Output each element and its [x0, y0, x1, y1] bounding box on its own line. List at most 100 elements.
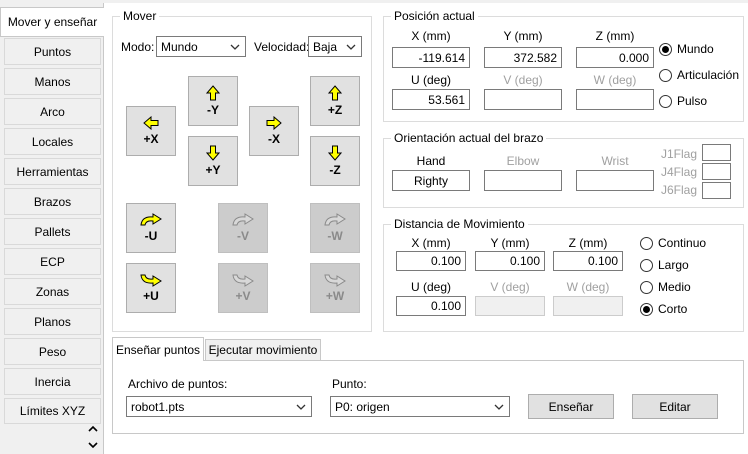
elbow-field: [484, 170, 562, 191]
radio-continuo[interactable]: Continuo: [640, 236, 706, 250]
pos-x-label: X (mm): [411, 29, 451, 43]
jog-minus-v-button[interactable]: -V: [218, 203, 268, 253]
scroll-down-icon[interactable]: [86, 438, 100, 452]
hand-value: Righty: [413, 173, 448, 188]
jog-minus-u-button[interactable]: -U: [126, 203, 176, 253]
jog-label: -Y: [207, 103, 219, 117]
j1flag-label: J1Flag: [661, 147, 698, 161]
speed-label: Velocidad:: [254, 40, 310, 54]
scroll-up-icon[interactable]: [86, 421, 100, 435]
speed-value: Baja: [313, 39, 338, 54]
nav-item-manos[interactable]: Manos: [4, 68, 101, 95]
nav-item-herramientas[interactable]: Herramientas: [4, 158, 101, 185]
dist-z-field[interactable]: 0.100: [553, 251, 623, 271]
nav-item-label: Pallets: [34, 224, 71, 239]
nav-item-label: Planos: [34, 314, 71, 329]
jog-plus-z-button[interactable]: +Z: [310, 76, 360, 126]
dist-w-field: [553, 296, 623, 316]
edit-button-label: Editar: [659, 399, 691, 414]
position-group-title: Posición actual: [391, 9, 478, 23]
pos-v-label: V (deg): [503, 73, 543, 87]
rotate-arrow-icon: [324, 213, 346, 226]
distance-group-title: Distancia de Movimiento: [391, 217, 528, 231]
dist-v-field: [475, 296, 545, 316]
jog-minus-y-button[interactable]: -Y: [188, 76, 238, 126]
nav-item-ecp[interactable]: ECP: [4, 248, 101, 275]
radio-corto[interactable]: Corto: [640, 302, 687, 316]
jog-minus-z-button[interactable]: -Z: [310, 136, 360, 186]
dist-x-field[interactable]: 0.100: [396, 251, 466, 271]
nav-item-locales[interactable]: Locales: [4, 128, 101, 155]
radio-articulacion[interactable]: Articulación: [659, 68, 739, 82]
nav-item-mover-ensenar[interactable]: Mover y enseñar: [0, 7, 104, 37]
radio-dot: [659, 42, 672, 56]
jog-plus-v-button[interactable]: +V: [218, 263, 268, 313]
nav-item-peso[interactable]: Peso: [4, 338, 101, 365]
left-nav: Mover y enseñar Puntos Manos Arco Locale…: [0, 0, 104, 454]
point-select[interactable]: P0: origen: [330, 396, 510, 417]
nav-item-puntos[interactable]: Puntos: [4, 38, 101, 65]
jog-label: +X: [143, 132, 159, 146]
radio-largo[interactable]: Largo: [640, 258, 689, 272]
main-panel: Mover Modo: Mundo Velocidad: Baja -Y +X …: [103, 3, 748, 454]
tab-ejecutar-movimiento[interactable]: Ejecutar movimiento: [205, 339, 321, 361]
jog-minus-x-button[interactable]: -X: [249, 106, 299, 156]
jog-minus-w-button[interactable]: -W: [310, 203, 360, 253]
jog-plus-x-button[interactable]: +X: [126, 106, 176, 156]
nav-item-zonas[interactable]: Zonas: [4, 278, 101, 305]
dist-u-field[interactable]: 0.100: [396, 296, 466, 316]
nav-item-label: Peso: [38, 344, 67, 359]
dist-y-field[interactable]: 0.100: [475, 251, 545, 271]
pos-w-label: W (deg): [593, 73, 637, 87]
jog-label: -W: [327, 229, 343, 243]
pos-x-value: -119.614: [418, 50, 465, 65]
edit-button[interactable]: Editar: [632, 394, 718, 419]
points-file-value: robot1.pts: [131, 399, 185, 414]
radio-label: Corto: [658, 302, 688, 316]
jog-plus-y-button[interactable]: +Y: [188, 136, 238, 186]
nav-item-arco[interactable]: Arco: [4, 98, 101, 125]
dist-x-label: X (mm): [411, 236, 451, 250]
orientation-group-title: Orientación actual del brazo: [391, 131, 547, 145]
pos-y-value: 372.582: [513, 50, 557, 65]
dist-z-value: 0.100: [587, 254, 618, 268]
teach-button-label: Enseñar: [548, 399, 594, 414]
nav-item-label: Brazos: [33, 194, 72, 209]
chevron-down-icon: [295, 404, 307, 410]
dist-x-value: 0.100: [430, 254, 461, 268]
teach-button[interactable]: Enseñar: [528, 394, 614, 419]
nav-item-brazos[interactable]: Brazos: [4, 188, 101, 215]
nav-item-inercia[interactable]: Inercia: [4, 368, 101, 395]
speed-select[interactable]: Baja: [308, 36, 362, 57]
radio-dot: [640, 280, 653, 294]
mode-select[interactable]: Mundo: [156, 36, 246, 57]
radio-label: Pulso: [677, 94, 708, 108]
radio-pulso[interactable]: Pulso: [659, 94, 707, 108]
chevron-down-icon: [493, 404, 505, 410]
jog-label: +V: [235, 289, 251, 303]
jog-label: +Z: [327, 103, 343, 117]
points-file-select[interactable]: robot1.pts: [126, 396, 312, 417]
mover-group-title: Mover: [120, 9, 160, 23]
radio-dot: [640, 236, 653, 250]
pos-z-value: 0.000: [618, 50, 649, 65]
nav-item-planos[interactable]: Planos: [4, 308, 101, 335]
jog-plus-w-button[interactable]: +W: [310, 263, 360, 313]
radio-medio[interactable]: Medio: [640, 280, 691, 294]
tab-ensenar-puntos[interactable]: Enseñar puntos: [112, 337, 204, 361]
nav-item-label: Puntos: [33, 44, 72, 59]
rotate-arrow-icon: [140, 213, 162, 226]
radio-label: Mundo: [677, 42, 714, 56]
radio-mundo[interactable]: Mundo: [659, 42, 714, 56]
dist-w-label: W (deg): [566, 280, 610, 294]
nav-item-pallets[interactable]: Pallets: [4, 218, 101, 245]
hand-field: Righty: [392, 170, 470, 191]
jog-plus-u-button[interactable]: +U: [126, 263, 176, 313]
radio-dot: [659, 68, 672, 82]
nav-item-label: Zonas: [35, 284, 70, 299]
radio-dot: [659, 94, 672, 108]
pos-z-field: 0.000: [576, 47, 654, 68]
nav-item-label: Manos: [34, 74, 71, 89]
radio-dot: [640, 258, 653, 272]
dist-u-label: U (deg): [410, 280, 451, 294]
